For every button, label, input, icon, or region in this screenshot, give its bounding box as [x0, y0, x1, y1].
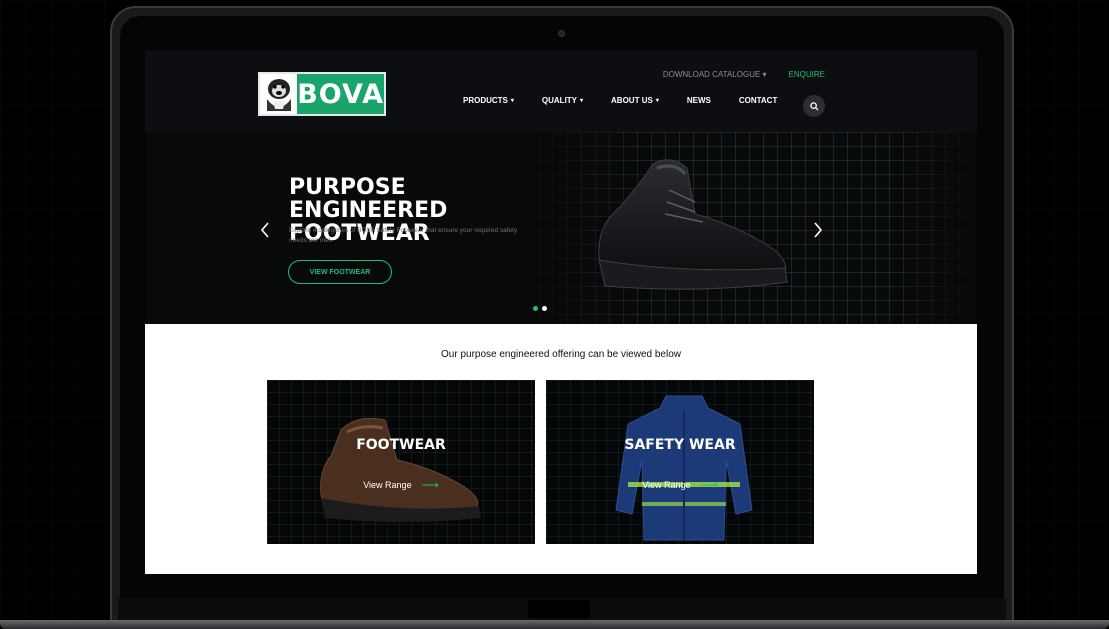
view-footwear-button[interactable]: VIEW FOOTWEAR: [288, 260, 392, 284]
caret-down-icon: ▾: [655, 98, 659, 104]
carousel-prev-button[interactable]: [258, 220, 272, 240]
laptop-hinge-notch: [528, 600, 590, 618]
website-screen: BOVA DOWNLOAD CATALOGUE ▾ ENQUIRE PRODUC…: [145, 50, 977, 574]
nav-label: QUALITY: [541, 96, 578, 105]
download-catalogue-link[interactable]: DOWNLOAD CATALOGUE ▾: [663, 70, 767, 79]
nav-item-about-us[interactable]: ABOUT US ▾: [611, 96, 659, 105]
view-range-label: View Range: [642, 480, 691, 490]
search-button[interactable]: [803, 95, 825, 117]
brown-boot-image: [320, 417, 481, 522]
category-card-footwear[interactable]: FOOTWEAR View Range ⟶: [267, 380, 535, 544]
carousel-dot-1[interactable]: [533, 306, 538, 311]
nav-label: NEWS: [686, 96, 711, 105]
laptop-base: [0, 620, 1109, 629]
chevron-left-icon: [260, 222, 269, 238]
background-grid-left: [0, 0, 108, 629]
carousel-dots: [533, 306, 547, 311]
nav-item-products[interactable]: PRODUCTS ▾: [463, 96, 514, 105]
utility-links: DOWNLOAD CATALOGUE ▾ ENQUIRE: [663, 70, 825, 79]
product-categories: Our purpose engineered offering can be v…: [145, 324, 977, 574]
hero-carousel: PURPOSE ENGINEERED FOOTWEAR Explore 4 ca…: [145, 132, 977, 324]
background-grid-right: [1001, 0, 1109, 629]
chevron-right-icon: [814, 222, 823, 238]
nav-item-quality[interactable]: QUALITY ▾: [542, 96, 583, 105]
enquire-link[interactable]: ENQUIRE: [789, 70, 825, 79]
carousel-next-button[interactable]: [811, 220, 825, 240]
section-heading: Our purpose engineered offering can be v…: [441, 349, 681, 360]
caret-down-icon: ▾: [580, 98, 584, 104]
main-nav: PRODUCTS ▾ QUALITY ▾ ABOUT US ▾ NEWS CONTAC…: [463, 96, 777, 105]
hero-description: Explore 4 categories of BOVA Safety Foot…: [289, 227, 518, 244]
category-card-safety-wear[interactable]: SAFETY WEAR View Range ⟶: [546, 380, 814, 544]
view-range-link[interactable]: View Range ⟶: [546, 478, 814, 492]
caret-down-icon: ▾: [510, 98, 514, 104]
camera-icon: [558, 30, 565, 37]
arrow-right-icon: ⟶: [700, 478, 718, 492]
carousel-dot-2[interactable]: [542, 306, 547, 311]
arrow-right-icon: ⟶: [421, 478, 439, 492]
safety-boot-image: [598, 159, 788, 290]
nav-label: CONTACT: [738, 96, 778, 105]
card-title: SAFETY WEAR: [624, 437, 736, 453]
blue-jacket-image: [615, 395, 753, 541]
bova-logo[interactable]: BOVA: [258, 72, 386, 116]
view-range-link[interactable]: View Range ⟶: [267, 478, 535, 492]
view-range-label: View Range: [363, 480, 412, 490]
nav-label: PRODUCTS: [463, 96, 508, 105]
card-title: FOOTWEAR: [356, 437, 446, 453]
bulldog-logo-icon: [260, 74, 298, 114]
search-icon: [809, 101, 819, 111]
site-header: BOVA DOWNLOAD CATALOGUE ▾ ENQUIRE PRODUC…: [145, 50, 977, 132]
logo-wordmark: BOVA: [297, 74, 384, 114]
nav-label: ABOUT US: [611, 96, 653, 105]
nav-item-contact[interactable]: CONTACT: [739, 96, 778, 105]
nav-item-news[interactable]: NEWS: [687, 96, 711, 105]
